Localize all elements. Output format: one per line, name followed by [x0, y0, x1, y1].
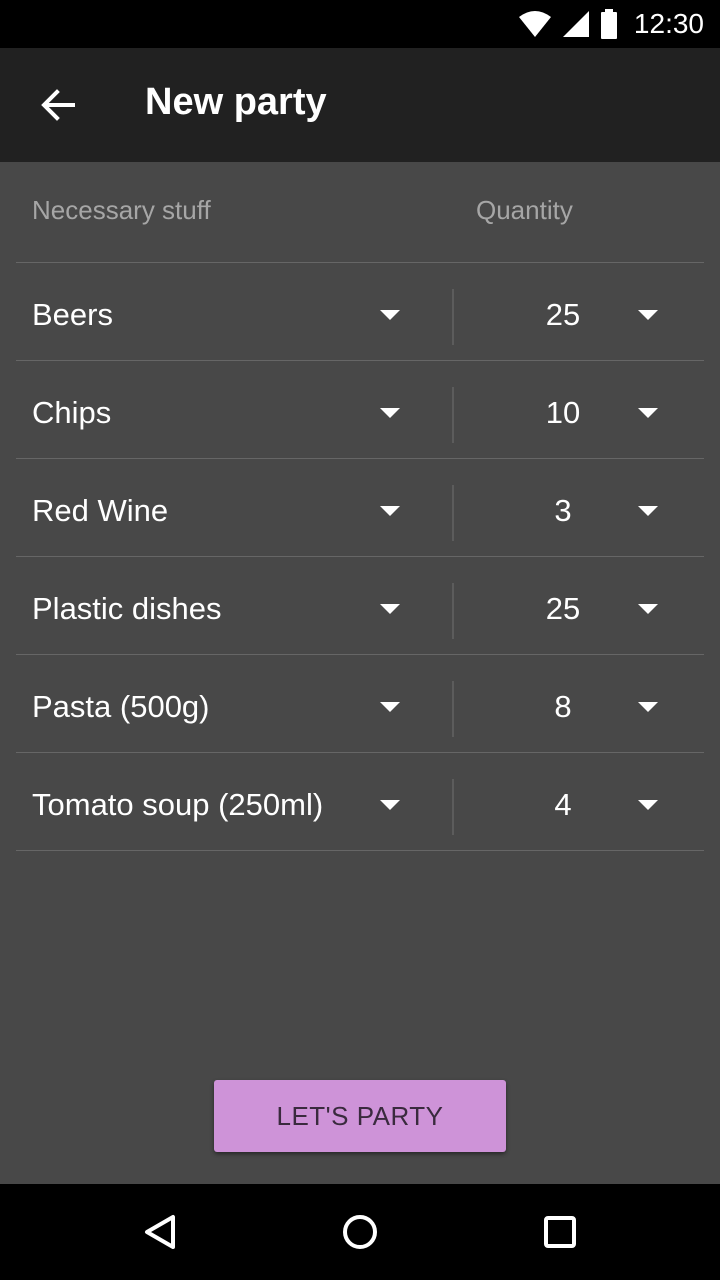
lets-party-button[interactable]: LET'S PARTY [214, 1080, 506, 1152]
arrow-back-icon [41, 89, 75, 121]
quantity-spinner[interactable]: 25 [470, 263, 704, 360]
table-row: Tomato soup (250ml) 4 [16, 753, 704, 850]
table-row: Plastic dishes 25 [16, 557, 704, 654]
battery-icon [600, 9, 617, 39]
quantity-value: 8 [554, 689, 572, 724]
header-quantity-label: Quantity [476, 195, 573, 225]
nav-bar [0, 1184, 720, 1280]
table-row: Pasta (500g) 8 [16, 655, 704, 752]
quantity-value: 4 [554, 787, 572, 822]
dropdown-arrow-icon [380, 506, 400, 516]
quantity-spinner[interactable]: 4 [470, 753, 704, 850]
dropdown-arrow-icon [638, 604, 658, 614]
back-triangle-icon [145, 1215, 175, 1249]
item-spinner[interactable]: Tomato soup (250ml) [16, 753, 436, 850]
item-spinner[interactable]: Beers [16, 263, 436, 360]
table-header: Necessary stuff Quantity [0, 162, 720, 262]
table-row: Beers 25 [16, 263, 704, 360]
column-divider [452, 387, 454, 443]
app-bar: New party [0, 48, 720, 162]
dropdown-arrow-icon [380, 604, 400, 614]
item-name: Pasta (500g) [32, 689, 210, 724]
item-spinner[interactable]: Chips [16, 361, 436, 458]
wifi-icon [518, 11, 551, 37]
table-row: Red Wine 3 [16, 459, 704, 556]
home-circle-icon [343, 1215, 377, 1249]
column-divider [452, 779, 454, 835]
quantity-value: 25 [545, 297, 581, 332]
page-title: New party [145, 81, 327, 123]
quantity-spinner[interactable]: 10 [470, 361, 704, 458]
dropdown-arrow-icon [638, 506, 658, 516]
item-name: Plastic dishes [32, 591, 222, 626]
table-row: Chips 10 [16, 361, 704, 458]
item-spinner[interactable]: Red Wine [16, 459, 436, 556]
dropdown-arrow-icon [638, 800, 658, 810]
content: Necessary stuff Quantity Beers 25 Chips … [0, 162, 720, 1184]
dropdown-arrow-icon [638, 310, 658, 320]
dropdown-arrow-icon [380, 408, 400, 418]
item-spinner[interactable]: Plastic dishes [16, 557, 436, 654]
nav-home-button[interactable] [324, 1196, 396, 1268]
item-spinner[interactable]: Pasta (500g) [16, 655, 436, 752]
status-time: 12:30 [633, 8, 704, 39]
back-button[interactable] [22, 69, 94, 141]
item-name: Chips [32, 395, 112, 430]
column-divider [452, 289, 454, 345]
recents-square-icon [544, 1216, 576, 1248]
dropdown-arrow-icon [638, 702, 658, 712]
dropdown-arrow-icon [380, 310, 400, 320]
dropdown-arrow-icon [380, 702, 400, 712]
quantity-value: 10 [545, 395, 581, 430]
nav-back-button[interactable] [124, 1196, 196, 1268]
column-divider [452, 583, 454, 639]
item-name: Red Wine [32, 493, 169, 528]
status-icons: 12:30 [518, 0, 704, 48]
status-bar: 12:30 [0, 0, 720, 48]
dropdown-arrow-icon [638, 408, 658, 418]
quantity-value: 3 [554, 493, 572, 528]
quantity-value: 25 [545, 591, 581, 626]
item-name: Beers [32, 297, 113, 332]
signal-icon [562, 11, 589, 37]
column-divider [452, 681, 454, 737]
item-name: Tomato soup (250ml) [32, 787, 324, 822]
dropdown-arrow-icon [380, 800, 400, 810]
quantity-spinner[interactable]: 3 [470, 459, 704, 556]
quantity-spinner[interactable]: 25 [470, 557, 704, 654]
column-divider [452, 485, 454, 541]
header-item-label: Necessary stuff [32, 195, 211, 225]
nav-recents-button[interactable] [524, 1196, 596, 1268]
divider [16, 850, 704, 851]
quantity-spinner[interactable]: 8 [470, 655, 704, 752]
